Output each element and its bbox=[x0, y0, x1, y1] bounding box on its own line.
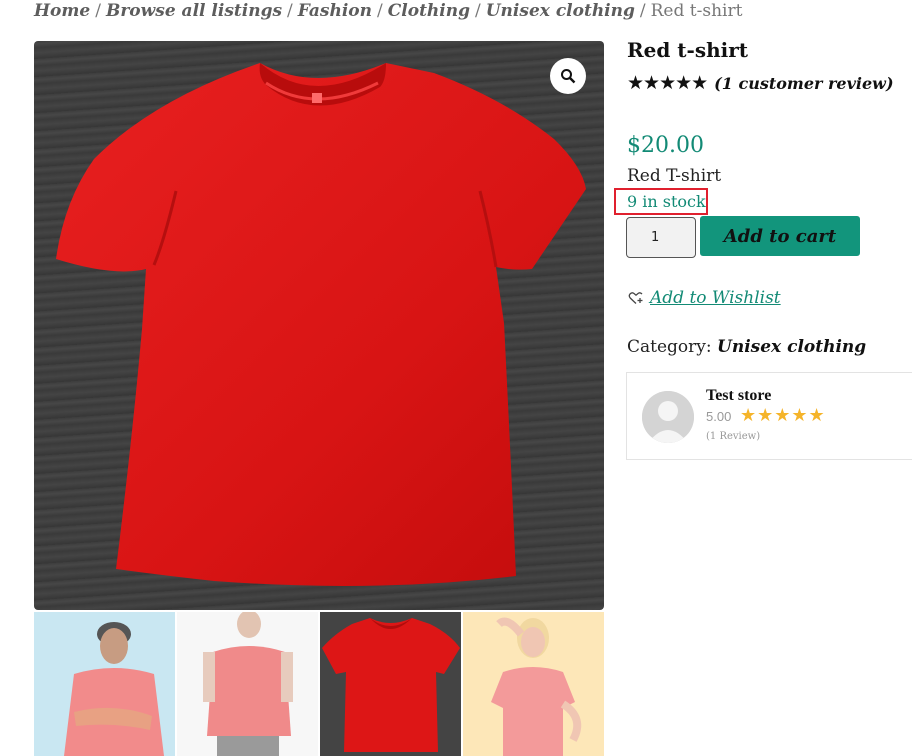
store-avatar[interactable] bbox=[642, 391, 694, 443]
thumbnail-man-red-shirt[interactable] bbox=[34, 612, 175, 756]
red-tshirt-image bbox=[56, 63, 586, 586]
product-rating: ★★★★★ (1 customer review) bbox=[627, 72, 894, 94]
product-category: Category: Unisex clothing bbox=[627, 337, 866, 357]
breadcrumb-separator: / bbox=[377, 1, 383, 21]
breadcrumb-browse-all[interactable]: Browse all listings bbox=[106, 1, 282, 21]
man-red-shirt-image bbox=[34, 612, 175, 756]
breadcrumb-home[interactable]: Home bbox=[34, 1, 90, 21]
product-main-image[interactable] bbox=[34, 41, 604, 610]
breadcrumb-separator: / bbox=[95, 1, 101, 21]
breadcrumb: Home / Browse all listings / Fashion / Clothin… bbox=[34, 0, 742, 24]
person-red-shirt-image bbox=[177, 612, 318, 756]
quantity-input[interactable] bbox=[626, 217, 696, 258]
breadcrumb-fashion[interactable]: Fashion bbox=[298, 1, 372, 21]
customer-review-link[interactable]: (1 customer review) bbox=[714, 74, 893, 93]
magnifier-icon bbox=[561, 69, 576, 84]
store-name[interactable]: Test store bbox=[706, 387, 771, 405]
wishlist: Add to Wishlist bbox=[628, 288, 781, 308]
user-avatar-icon bbox=[642, 391, 694, 443]
store-rating-score: 5.00 bbox=[706, 409, 732, 424]
store-review-count: (1 Review) bbox=[706, 431, 761, 442]
breadcrumb-separator: / bbox=[475, 1, 481, 21]
add-to-wishlist-link[interactable]: Add to Wishlist bbox=[650, 288, 781, 308]
breadcrumb-current: Red t-shirt bbox=[650, 1, 743, 21]
store-card: Test store 5.00 ★★★★★ (1 Review) bbox=[626, 372, 912, 460]
breadcrumb-unisex-clothing[interactable]: Unisex clothing bbox=[486, 1, 635, 21]
red-tshirt-flat-image bbox=[320, 612, 461, 756]
product-title: Red t-shirt bbox=[627, 38, 749, 62]
thumbnail-person-red-shirt[interactable] bbox=[177, 612, 318, 756]
breadcrumb-separator: / bbox=[639, 1, 646, 21]
category-link[interactable]: Unisex clothing bbox=[717, 337, 866, 357]
store-rating-stars: ★★★★★ bbox=[740, 405, 826, 426]
product-price: $20.00 bbox=[627, 133, 704, 158]
breadcrumb-separator: / bbox=[287, 1, 293, 21]
thumbnail-woman-red-shirt[interactable] bbox=[463, 612, 604, 756]
woman-red-shirt-image bbox=[463, 612, 604, 756]
rating-stars: ★★★★★ bbox=[627, 72, 708, 94]
product-short-description: Red T-shirt bbox=[627, 166, 722, 186]
zoom-button[interactable] bbox=[550, 58, 586, 94]
heart-plus-icon bbox=[628, 292, 643, 304]
breadcrumb-clothing[interactable]: Clothing bbox=[388, 1, 470, 21]
category-label: Category: bbox=[627, 337, 712, 357]
add-to-cart-button[interactable]: Add to cart bbox=[700, 216, 860, 256]
thumbnail-red-tshirt-flat[interactable] bbox=[320, 612, 461, 756]
stock-status: 9 in stock bbox=[614, 188, 708, 215]
